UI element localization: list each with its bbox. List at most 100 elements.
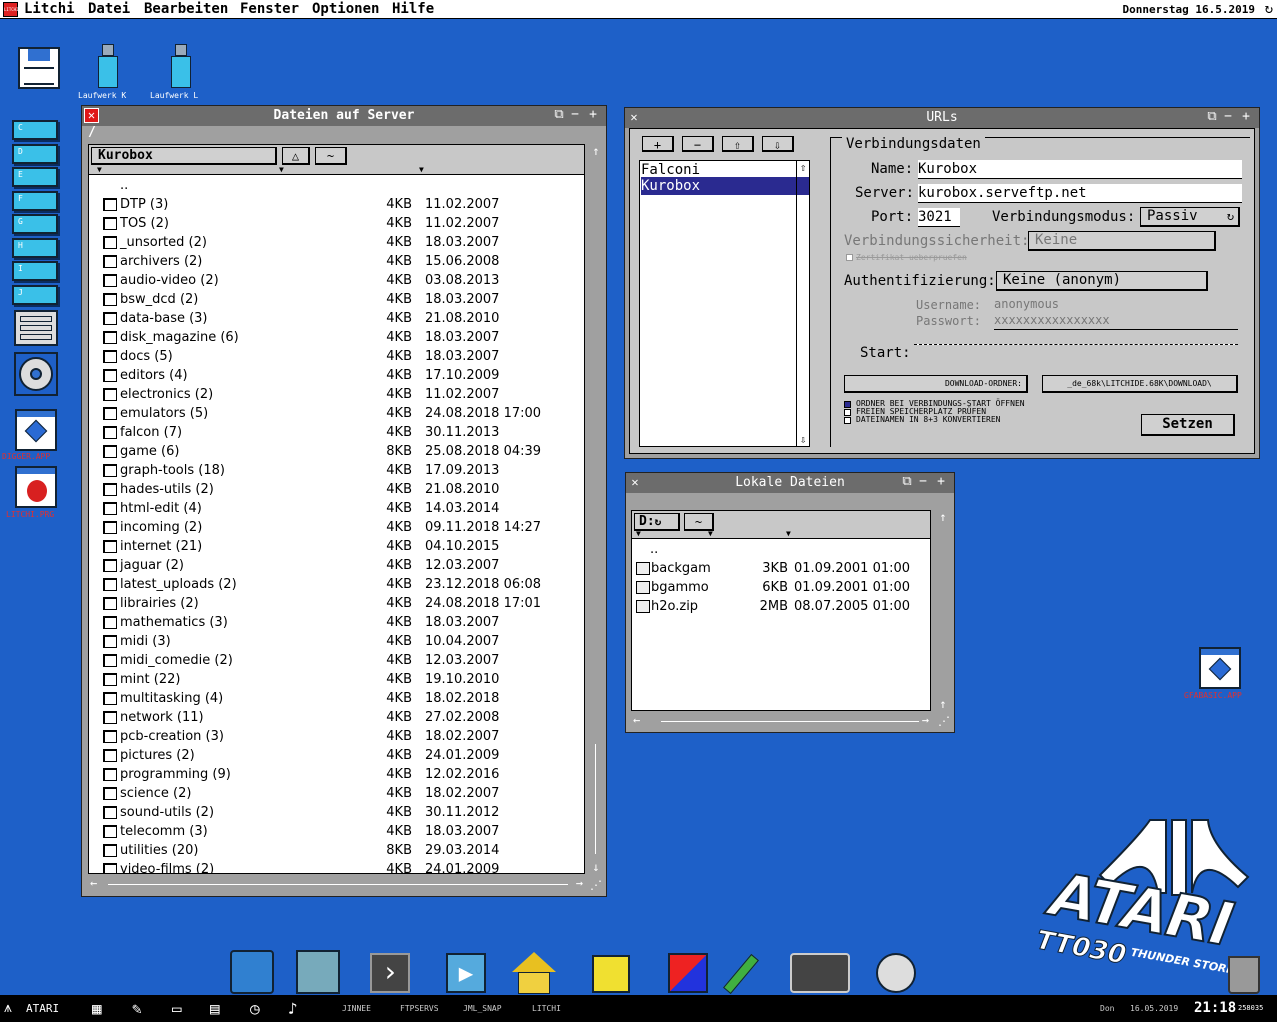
- scroll-left-icon[interactable]: ←: [633, 713, 640, 727]
- terminal-app-icon[interactable]: ›: [370, 953, 410, 993]
- minimize-icon[interactable]: −: [1221, 110, 1235, 124]
- table-row[interactable]: disk_magazine (6) 4KB 18.03.2007: [89, 328, 584, 347]
- check-space-checkbox[interactable]: [844, 409, 851, 416]
- table-row[interactable]: mathematics (3) 4KB 18.03.2007: [89, 613, 584, 632]
- tilde-button[interactable]: ~: [315, 147, 347, 165]
- local-sort-arrows[interactable]: ▼ ▼ ▼: [632, 530, 930, 538]
- table-row[interactable]: latest_uploads (2) 4KB 23.12.2018 06:08: [89, 575, 584, 594]
- edit-icon[interactable]: ✎: [132, 995, 142, 1022]
- cd-app-icon[interactable]: [876, 953, 916, 993]
- partition-i-icon[interactable]: I: [12, 261, 58, 281]
- paint-app-icon[interactable]: [668, 953, 708, 993]
- set-button[interactable]: Setzen: [1141, 414, 1235, 436]
- table-row[interactable]: data-base (3) 4KB 21.08.2010: [89, 309, 584, 328]
- horizontal-scrollbar[interactable]: ← →: [88, 876, 585, 892]
- partition-d-icon[interactable]: D: [12, 143, 58, 164]
- auth-dropdown[interactable]: Keine (anonym): [996, 271, 1208, 291]
- globe-app-icon[interactable]: [230, 950, 274, 994]
- table-row[interactable]: emulators (5) 4KB 24.08.2018 17:00: [89, 404, 584, 423]
- filing-cabinet-icon[interactable]: [14, 310, 58, 346]
- menu-optionen[interactable]: Optionen: [312, 0, 379, 19]
- iconify-icon[interactable]: ⧉: [552, 108, 566, 122]
- partition-j-icon[interactable]: J: [12, 284, 58, 305]
- download-folder-button[interactable]: _de_68k\LITCHIDE.68K\DOWNLOAD\: [1042, 375, 1238, 393]
- port-field[interactable]: 3021: [918, 208, 960, 227]
- scroll-left-icon[interactable]: ←: [90, 876, 97, 890]
- start-field[interactable]: [914, 344, 1238, 345]
- table-row[interactable]: hades-utils (2) 4KB 21.08.2010: [89, 480, 584, 499]
- sort-button[interactable]: △: [282, 147, 310, 165]
- url-list-scrollbar[interactable]: ⇧ ⇩: [796, 161, 809, 446]
- move-up-button[interactable]: ⇧: [722, 136, 754, 152]
- close-icon[interactable]: ✕: [628, 475, 642, 489]
- task-litchi[interactable]: LITCHI: [532, 995, 561, 1022]
- local-vertical-scrollbar[interactable]: ↑ ↑: [934, 510, 952, 711]
- table-row[interactable]: librairies (2) 4KB 24.08.2018 17:01: [89, 594, 584, 613]
- app-logo-icon[interactable]: LITCHI: [3, 2, 18, 17]
- menu-fenster[interactable]: Fenster: [240, 0, 299, 19]
- table-row[interactable]: science (2) 4KB 18.02.2007: [89, 784, 584, 803]
- table-row[interactable]: bgammo 6KB 01.09.2001 01:00: [632, 578, 930, 597]
- table-row[interactable]: midi_comedie (2) 4KB 12.03.2007: [89, 651, 584, 670]
- table-row[interactable]: backgam 3KB 01.09.2001 01:00: [632, 559, 930, 578]
- table-row[interactable]: html-edit (4) 4KB 14.03.2014: [89, 499, 584, 518]
- play-app-icon[interactable]: ▶: [446, 953, 486, 993]
- scroll-down-icon[interactable]: ↓: [587, 860, 605, 874]
- close-icon[interactable]: ✕: [84, 108, 99, 123]
- parent-dir-row[interactable]: ..: [632, 540, 930, 559]
- table-row[interactable]: graph-tools (18) 4KB 17.09.2013: [89, 461, 584, 480]
- table-row[interactable]: bsw_dcd (2) 4KB 18.03.2007: [89, 290, 584, 309]
- scroll-up-icon[interactable]: ↑: [934, 510, 952, 524]
- table-row[interactable]: midi (3) 4KB 10.04.2007: [89, 632, 584, 651]
- table-row[interactable]: sound-utils (2) 4KB 30.11.2012: [89, 803, 584, 822]
- menu-bearbeiten[interactable]: Bearbeiten: [144, 0, 228, 19]
- urls-window-title[interactable]: URLs: [625, 108, 1259, 128]
- notes-app-icon[interactable]: [592, 955, 630, 993]
- partition-g-icon[interactable]: G: [12, 214, 58, 234]
- usb-drive-l-icon[interactable]: [169, 44, 193, 90]
- maximize-icon[interactable]: +: [934, 475, 948, 489]
- table-row[interactable]: programming (9) 4KB 12.02.2016: [89, 765, 584, 784]
- convert-83-checkbox[interactable]: [844, 417, 851, 424]
- network-app-icon[interactable]: [296, 950, 340, 994]
- atari-start-icon[interactable]: ⩚: [4, 995, 12, 1022]
- table-row[interactable]: pcb-creation (3) 4KB 18.02.2007: [89, 727, 584, 746]
- table-row[interactable]: incoming (2) 4KB 09.11.2018 14:27: [89, 518, 584, 537]
- scroll-down-icon[interactable]: ↑: [934, 697, 952, 711]
- gfabasic-app-icon[interactable]: [1199, 647, 1241, 689]
- table-row[interactable]: electronics (2) 4KB 11.02.2007: [89, 385, 584, 404]
- security-dropdown[interactable]: Keine: [1028, 231, 1216, 251]
- table-row[interactable]: TOS (2) 4KB 11.02.2007: [89, 214, 584, 233]
- task-jml-snap[interactable]: JML_SNAP: [463, 995, 502, 1022]
- table-row[interactable]: game (6) 8KB 25.08.2018 04:39: [89, 442, 584, 461]
- folder-icon[interactable]: ▭: [172, 995, 182, 1022]
- mode-dropdown[interactable]: Passiv ↻: [1140, 207, 1240, 227]
- task-ftpservs[interactable]: FTPSERVS: [400, 995, 439, 1022]
- open-folder-checkbox[interactable]: [844, 401, 851, 408]
- table-row[interactable]: audio-video (2) 4KB 03.08.2013: [89, 271, 584, 290]
- add-url-button[interactable]: +: [642, 136, 674, 152]
- iconify-icon[interactable]: ⧉: [900, 475, 914, 489]
- disc-drive-icon[interactable]: [14, 352, 58, 396]
- table-row[interactable]: docs (5) 4KB 18.03.2007: [89, 347, 584, 366]
- table-row[interactable]: DTP (3) 4KB 11.02.2007: [89, 195, 584, 214]
- table-row[interactable]: h2o.zip 2MB 08.07.2005 01:00: [632, 597, 930, 616]
- resize-grip-icon[interactable]: ⋰: [938, 714, 950, 728]
- table-row[interactable]: video-films (2) 4KB 24.01.2009: [89, 860, 584, 873]
- scroll-thumb[interactable]: [595, 744, 596, 854]
- minimize-icon[interactable]: −: [568, 108, 582, 122]
- server-field[interactable]: kurobox.serveftp.net: [918, 184, 1242, 203]
- table-row[interactable]: mint (22) 4KB 19.10.2010: [89, 670, 584, 689]
- name-field[interactable]: Kurobox: [918, 160, 1242, 179]
- table-row[interactable]: network (11) 4KB 27.02.2008: [89, 708, 584, 727]
- remove-url-button[interactable]: −: [682, 136, 714, 152]
- camera-app-icon[interactable]: [790, 953, 850, 993]
- table-row[interactable]: pictures (2) 4KB 24.01.2009: [89, 746, 584, 765]
- table-row[interactable]: internet (21) 4KB 04.10.2015: [89, 537, 584, 556]
- maximize-icon[interactable]: +: [1239, 110, 1253, 124]
- digger-app-icon[interactable]: [15, 409, 57, 451]
- table-row[interactable]: archivers (2) 4KB 15.06.2008: [89, 252, 584, 271]
- parent-dir-row[interactable]: ..: [89, 176, 584, 195]
- server-select-dropdown[interactable]: Kurobox: [91, 147, 277, 165]
- partition-f-icon[interactable]: F: [12, 190, 58, 211]
